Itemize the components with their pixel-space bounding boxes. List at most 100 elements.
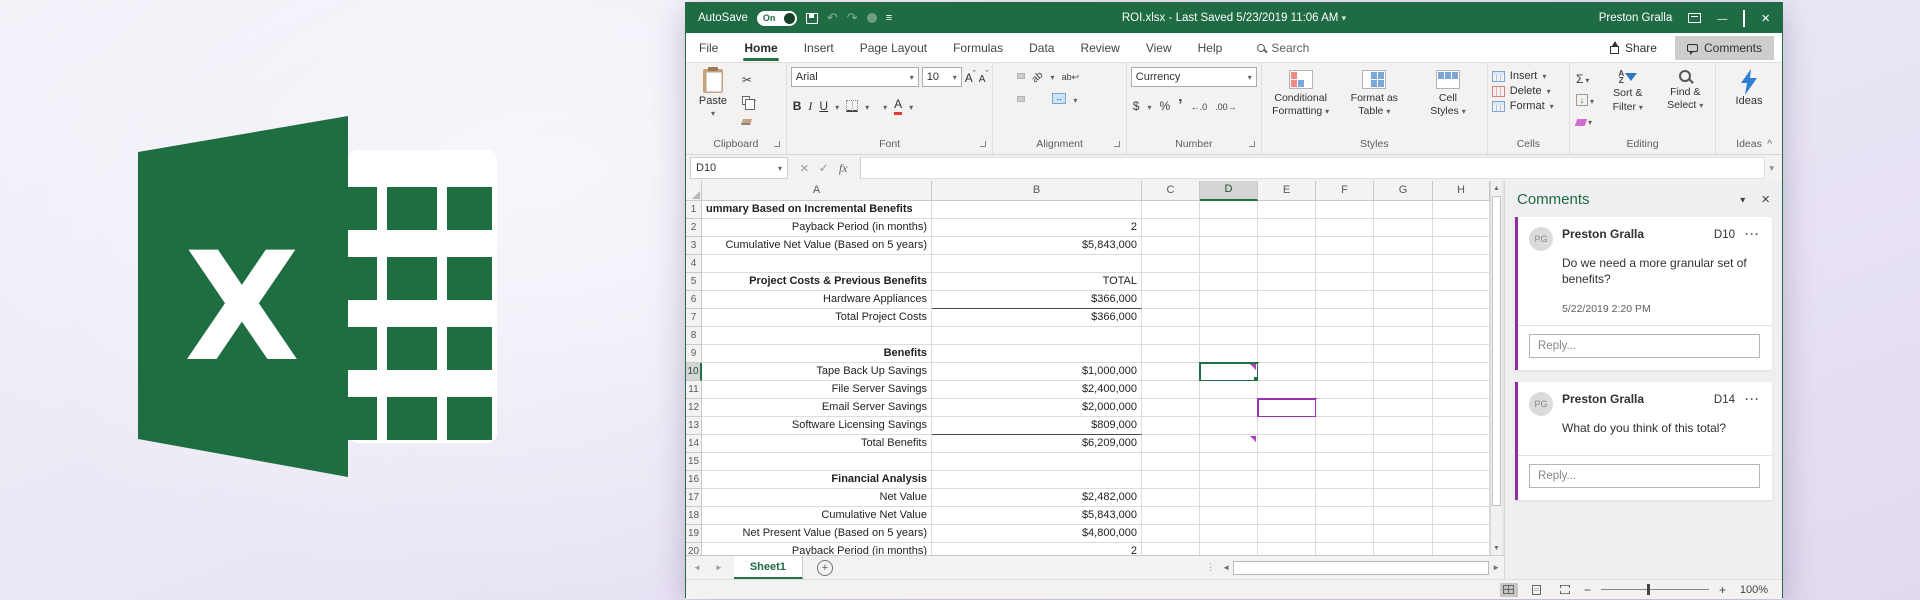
cell-H1[interactable] bbox=[1433, 201, 1490, 219]
bold-button[interactable] bbox=[793, 99, 802, 113]
cell-G5[interactable] bbox=[1374, 273, 1433, 291]
cell-A12[interactable]: Email Server Savings bbox=[702, 399, 932, 417]
cell-D18[interactable] bbox=[1200, 507, 1258, 525]
wrap-text-icon[interactable] bbox=[1059, 67, 1083, 85]
maximize-button[interactable] bbox=[1743, 9, 1746, 27]
cell-D11[interactable] bbox=[1200, 381, 1258, 399]
cell-D16[interactable] bbox=[1200, 471, 1258, 489]
align-middle-icon[interactable] bbox=[1007, 74, 1013, 78]
cell-B10[interactable]: $1,000,000 bbox=[932, 363, 1142, 381]
vertical-scrollbar[interactable] bbox=[1490, 181, 1502, 555]
zoom-in-icon[interactable]: + bbox=[1719, 583, 1726, 597]
cell-B16[interactable] bbox=[932, 471, 1142, 489]
row-header-20[interactable]: 20 bbox=[686, 543, 702, 555]
cell-G8[interactable] bbox=[1374, 327, 1433, 345]
cell-B18[interactable]: $5,843,000 bbox=[932, 507, 1142, 525]
comment-cell-ref[interactable]: D14 bbox=[1714, 394, 1735, 406]
select-all-corner[interactable] bbox=[686, 181, 702, 201]
row-header-1[interactable]: 1 bbox=[686, 201, 702, 219]
cell-H18[interactable] bbox=[1433, 507, 1490, 525]
cell-D2[interactable] bbox=[1200, 219, 1258, 237]
comment-more-icon[interactable] bbox=[1745, 392, 1760, 406]
cell-C15[interactable] bbox=[1142, 453, 1200, 471]
row-header-7[interactable]: 7 bbox=[686, 309, 702, 327]
row-header-19[interactable]: 19 bbox=[686, 525, 702, 543]
font-dialog-launcher[interactable] bbox=[980, 141, 987, 147]
vertical-scroll-thumb[interactable] bbox=[1492, 196, 1501, 506]
cell-A9[interactable]: Benefits bbox=[702, 345, 932, 363]
collapse-ribbon-icon[interactable] bbox=[1767, 139, 1772, 150]
cell-C19[interactable] bbox=[1142, 525, 1200, 543]
row-header-14[interactable]: 14 bbox=[686, 435, 702, 453]
cell-G2[interactable] bbox=[1374, 219, 1433, 237]
cell-G11[interactable] bbox=[1374, 381, 1433, 399]
delete-cells-button[interactable]: Delete bbox=[1491, 85, 1554, 97]
align-top-icon[interactable] bbox=[997, 74, 1003, 78]
number-format-select[interactable]: Currency bbox=[1130, 67, 1257, 87]
align-bottom-icon[interactable] bbox=[1017, 73, 1026, 79]
cell-G6[interactable] bbox=[1374, 291, 1433, 309]
cell-H2[interactable] bbox=[1433, 219, 1490, 237]
cell-H19[interactable] bbox=[1433, 525, 1490, 543]
cell-A15[interactable] bbox=[702, 453, 932, 471]
cell-E15[interactable] bbox=[1258, 453, 1316, 471]
cell-E8[interactable] bbox=[1258, 327, 1316, 345]
new-sheet-button[interactable]: + bbox=[816, 559, 833, 576]
cell-H10[interactable] bbox=[1433, 363, 1490, 381]
format-painter-button[interactable] bbox=[740, 111, 758, 129]
page-layout-view-icon[interactable] bbox=[1528, 583, 1546, 597]
touch-mode-icon[interactable] bbox=[866, 13, 877, 23]
next-sheet-icon[interactable] bbox=[708, 563, 730, 572]
row-header-13[interactable]: 13 bbox=[686, 417, 702, 435]
cell-B15[interactable] bbox=[932, 453, 1142, 471]
cell-H5[interactable] bbox=[1433, 273, 1490, 291]
cancel-entry-icon[interactable] bbox=[800, 160, 809, 177]
cell-H7[interactable] bbox=[1433, 309, 1490, 327]
cell-G3[interactable] bbox=[1374, 237, 1433, 255]
cell-F7[interactable] bbox=[1316, 309, 1374, 327]
format-cells-button[interactable]: Format bbox=[1491, 100, 1554, 112]
comment-card[interactable]: PG Preston Gralla D14 What do you think … bbox=[1515, 382, 1772, 500]
user-name[interactable]: Preston Gralla bbox=[1599, 12, 1673, 24]
column-header-B[interactable]: B bbox=[932, 181, 1142, 201]
cell-A20[interactable]: Payback Period (in months) bbox=[702, 543, 932, 555]
row-header-16[interactable]: 16 bbox=[686, 471, 702, 489]
column-header-D[interactable]: D bbox=[1200, 181, 1258, 201]
align-center-icon[interactable] bbox=[1007, 97, 1013, 101]
column-header-G[interactable]: G bbox=[1374, 181, 1433, 201]
cell-D7[interactable] bbox=[1200, 309, 1258, 327]
decrease-indent-icon[interactable] bbox=[1029, 97, 1035, 101]
cell-D19[interactable] bbox=[1200, 525, 1258, 543]
cell-B7[interactable]: $366,000 bbox=[932, 309, 1142, 327]
prev-sheet-icon[interactable] bbox=[686, 563, 708, 572]
row-header-6[interactable]: 6 bbox=[686, 291, 702, 309]
cell-C13[interactable] bbox=[1142, 417, 1200, 435]
cell-B5[interactable]: TOTAL bbox=[932, 273, 1142, 291]
cell-E4[interactable] bbox=[1258, 255, 1316, 273]
cell-H3[interactable] bbox=[1433, 237, 1490, 255]
cell-G13[interactable] bbox=[1374, 417, 1433, 435]
cell-F19[interactable] bbox=[1316, 525, 1374, 543]
cell-F13[interactable] bbox=[1316, 417, 1374, 435]
cell-A6[interactable]: Hardware Appliances bbox=[702, 291, 932, 309]
tab-data[interactable]: Data bbox=[1016, 33, 1067, 62]
cell-C18[interactable] bbox=[1142, 507, 1200, 525]
zoom-slider-thumb[interactable] bbox=[1646, 584, 1650, 595]
row-header-8[interactable]: 8 bbox=[686, 327, 702, 345]
column-header-H[interactable]: H bbox=[1433, 181, 1490, 201]
row-header-10[interactable]: 10 bbox=[686, 363, 702, 381]
cell-C9[interactable] bbox=[1142, 345, 1200, 363]
align-right-icon[interactable] bbox=[1017, 95, 1026, 102]
increase-decimal-icon[interactable] bbox=[1191, 99, 1208, 113]
horizontal-scroll-thumb[interactable] bbox=[1233, 560, 1490, 575]
comments-panel-close-icon[interactable] bbox=[1761, 191, 1770, 208]
cell-G12[interactable] bbox=[1374, 399, 1433, 417]
cell-H12[interactable] bbox=[1433, 399, 1490, 417]
row-header-18[interactable]: 18 bbox=[686, 507, 702, 525]
cell-B1[interactable] bbox=[932, 201, 1142, 219]
ribbon-display-options-icon[interactable] bbox=[1688, 13, 1702, 23]
underline-button[interactable] bbox=[819, 99, 828, 113]
search-box[interactable]: Search bbox=[1257, 41, 1309, 55]
cell-G14[interactable] bbox=[1374, 435, 1433, 453]
cell-D14[interactable] bbox=[1200, 435, 1258, 453]
